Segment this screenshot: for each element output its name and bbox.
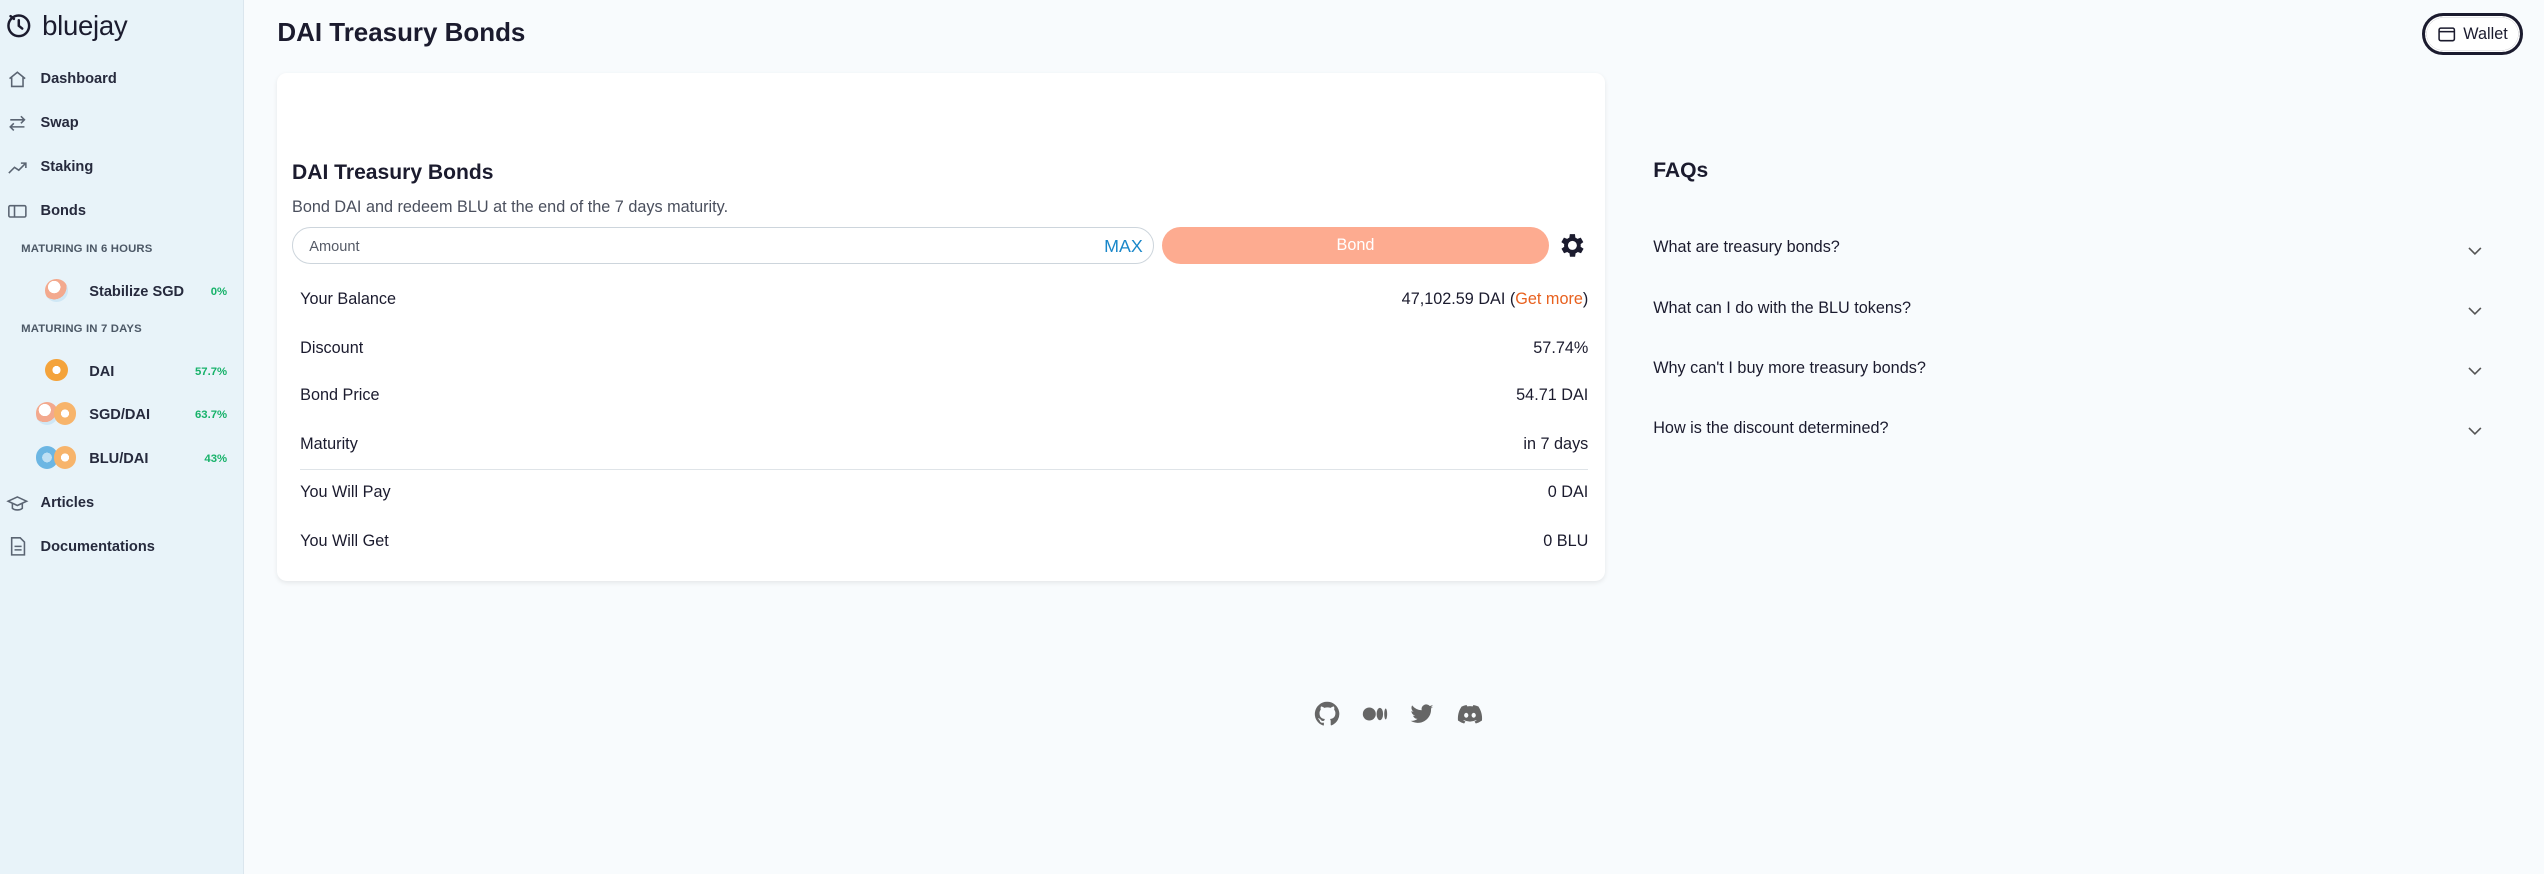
faq-question: How is the discount determined? [1653, 418, 1889, 437]
nav-documentations[interactable]: Documentations [0, 532, 155, 561]
faq-question: Why can't I buy more treasury bonds? [1653, 358, 1926, 377]
faq-question: What can I do with the BLU tokens? [1653, 298, 1912, 317]
bond-price-row: Bond Price 54.71 DAI [300, 380, 1588, 412]
you-will-get-label: You Will Get [300, 532, 389, 551]
nav-swap[interactable]: Swap [0, 109, 79, 138]
balance-suffix: ) [1582, 290, 1589, 309]
discount-row: Discount 57.74% [300, 333, 1588, 365]
bond-name: Stabilize SGD [89, 284, 185, 301]
bond-dai[interactable]: DAI 57.7% [0, 357, 243, 386]
faq-title: FAQs [1653, 158, 1709, 182]
app-name: bluejay [42, 9, 128, 41]
footer-social-links [1314, 701, 1483, 727]
bluejay-logo-icon [7, 14, 31, 38]
github-icon[interactable] [1314, 701, 1340, 727]
bond-stabilize-sgd[interactable]: Stabilize SGD 0% [0, 277, 243, 306]
faq-item[interactable]: How is the discount determined? [1653, 414, 2484, 446]
chevron-down-icon [2468, 367, 2482, 375]
sgd-coin-icon [45, 279, 69, 302]
medium-icon[interactable] [1362, 701, 1388, 727]
nav-articles[interactable]: Articles [0, 488, 94, 517]
bond-sgd-dai[interactable]: SGD/DAI 63.7% [0, 401, 243, 430]
page-title: DAI Treasury Bonds [277, 19, 526, 48]
discount-label: Discount [300, 339, 364, 358]
discount-value: 57.74% [1533, 339, 1589, 358]
bond-blu-dai[interactable]: BLU/DAI 43% [0, 445, 243, 474]
maturity-value: in 7 days [1523, 434, 1589, 453]
trend-icon [8, 162, 28, 174]
balance-value: 47,102.59 DAI (Get more) [1402, 290, 1589, 309]
swap-icon [9, 115, 27, 131]
bond-price-label: Bond Price [300, 386, 380, 405]
bond-discount: 43% [204, 453, 228, 466]
wallet-button[interactable]: Wallet [2422, 12, 2523, 56]
bond-name: DAI [89, 363, 115, 380]
faq-question: What are treasury bonds? [1653, 238, 1840, 257]
discord-icon[interactable] [1457, 701, 1483, 727]
logo[interactable]: bluejay [5, 9, 128, 42]
nav-staking-label: Staking [40, 159, 94, 176]
balance-amount: 47,102.59 DAI ( [1401, 290, 1516, 309]
you-will-pay-value: 0 DAI [1547, 483, 1589, 502]
bond-button[interactable]: Bond [1161, 227, 1550, 265]
nav-staking[interactable]: Staking [0, 153, 93, 182]
chevron-down-icon [2468, 307, 2482, 315]
gear-icon[interactable] [1557, 230, 1588, 261]
dai-coin-icon [53, 446, 77, 469]
maturity-label: Maturity [300, 434, 358, 453]
bond-discount: 57.7% [194, 365, 228, 378]
bond-card-title: DAI Treasury Bonds [292, 160, 494, 184]
nav-bonds-label: Bonds [40, 202, 86, 219]
nav-dashboard-label: Dashboard [40, 71, 117, 88]
document-icon [11, 537, 26, 557]
section-6-hours: MATURING IN 6 HOURS [21, 243, 153, 256]
bond-name: SGD/DAI [89, 407, 151, 424]
nav-dashboard[interactable]: Dashboard [0, 65, 117, 94]
chevron-down-icon [2468, 247, 2482, 255]
balance-label: Your Balance [300, 290, 397, 309]
amount-input[interactable] [305, 231, 1075, 263]
amount-field[interactable]: MAX [292, 227, 1154, 265]
you-will-get-row: You Will Get 0 BLU [300, 526, 1588, 558]
wallet-label: Wallet [2463, 24, 2508, 43]
divider [300, 468, 1589, 471]
max-button[interactable]: MAX [1104, 236, 1143, 257]
chevron-down-icon [2468, 427, 2482, 435]
home-icon [9, 71, 27, 88]
dai-coin-icon [53, 402, 77, 426]
get-more-link[interactable]: Get more [1515, 290, 1583, 308]
faq-item[interactable]: What are treasury bonds? [1653, 234, 2484, 266]
faq-item[interactable]: Why can't I buy more treasury bonds? [1653, 354, 2484, 386]
twitter-icon[interactable] [1409, 701, 1435, 727]
nav-articles-label: Articles [40, 494, 95, 511]
dai-coin-icon [45, 358, 69, 382]
sidebar: bluejay Dashboard Swap Staking Bonds MAT… [0, 0, 245, 874]
you-will-get-value: 0 BLU [1543, 532, 1589, 551]
bond-price-value: 54.71 DAI [1516, 386, 1589, 405]
bond-discount: 63.7% [194, 409, 228, 422]
bond-discount: 0% [210, 286, 228, 299]
bond-card-subtitle: Bond DAI and redeem BLU at the end of th… [292, 197, 729, 216]
graduation-cap-icon [6, 495, 29, 511]
nav-swap-label: Swap [40, 115, 79, 132]
maturity-row: Maturity in 7 days [300, 428, 1588, 460]
balance-row: Your Balance 47,102.59 DAI (Get more) [300, 284, 1588, 316]
ticket-icon [8, 204, 28, 218]
faq-item[interactable]: What can I do with the BLU tokens? [1653, 294, 2484, 326]
bond-name: BLU/DAI [89, 451, 149, 468]
bond-card: DAI Treasury Bonds Bond DAI and redeem B… [277, 73, 1605, 581]
nav-bonds[interactable]: Bonds [0, 196, 86, 225]
wallet-icon [2438, 27, 2456, 42]
you-will-pay-row: You Will Pay 0 DAI [300, 477, 1588, 509]
nav-documentations-label: Documentations [40, 538, 155, 555]
section-7-days: MATURING IN 7 DAYS [21, 322, 142, 335]
you-will-pay-label: You Will Pay [300, 483, 391, 502]
